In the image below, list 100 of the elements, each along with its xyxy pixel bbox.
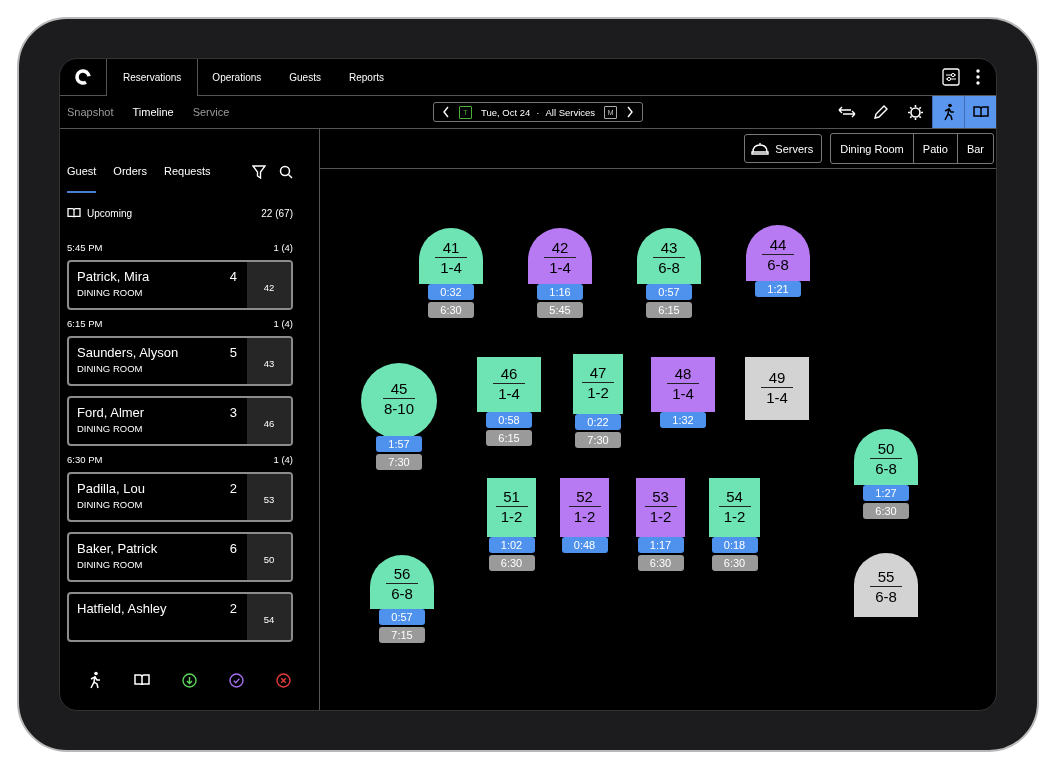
nav-tab[interactable]: Reservations bbox=[107, 59, 199, 96]
book-icon bbox=[67, 207, 81, 219]
party-size: 4 bbox=[229, 269, 237, 284]
area-label: DINING ROOM bbox=[77, 363, 144, 374]
elapsed-time-badge: 1:57 bbox=[376, 436, 422, 452]
servers-button[interactable]: Servers bbox=[744, 134, 823, 163]
room-tab[interactable]: Patio bbox=[912, 134, 957, 163]
reservation-card[interactable]: Padilla, Lou 2 DINING ROOM 53 bbox=[67, 472, 293, 522]
elapsed-time-badge: 0:22 bbox=[575, 414, 621, 430]
more-menu-icon[interactable] bbox=[976, 69, 980, 85]
nav-tab[interactable]: Operations bbox=[198, 59, 276, 96]
settings-sliders-icon[interactable] bbox=[942, 68, 960, 86]
slot-count: 1 (4) bbox=[273, 242, 293, 253]
table[interactable]: 49 1-4 bbox=[745, 357, 809, 420]
slot-count: 1 (4) bbox=[273, 454, 293, 465]
reservation-time-badge: 7:15 bbox=[379, 627, 425, 643]
elapsed-time-badge: 0:57 bbox=[379, 609, 425, 625]
table[interactable]: 41 1-4 bbox=[419, 228, 483, 284]
sidebar-tab[interactable]: Orders bbox=[113, 165, 147, 193]
table-number: 46 bbox=[500, 365, 518, 382]
table[interactable]: 56 6-8 bbox=[370, 555, 434, 609]
reservation-card[interactable]: Saunders, Alyson 5 DINING ROOM 43 bbox=[67, 336, 293, 386]
next-icon[interactable] bbox=[626, 106, 635, 118]
book-icon[interactable] bbox=[134, 673, 150, 687]
table-number-cell: 46 bbox=[247, 398, 291, 444]
table-number-cell: 43 bbox=[247, 338, 291, 384]
party-size: 3 bbox=[229, 405, 237, 420]
check-circle-icon[interactable] bbox=[229, 672, 244, 688]
seat-range: 6-8 bbox=[391, 586, 413, 602]
table[interactable]: 54 1-2 bbox=[709, 478, 760, 537]
guest-name: Hatfield, Ashley bbox=[77, 601, 167, 616]
walk-in-tool-button[interactable] bbox=[932, 96, 964, 128]
elapsed-time-badge: 1:32 bbox=[660, 412, 706, 428]
guest-name: Padilla, Lou bbox=[77, 481, 145, 496]
table[interactable]: 52 1-2 bbox=[560, 478, 609, 537]
seat-range: 1-4 bbox=[672, 385, 694, 402]
elapsed-time-badge: 0:32 bbox=[428, 284, 474, 300]
elapsed-time-badge: 1:21 bbox=[755, 281, 801, 297]
view-tab[interactable]: Service bbox=[192, 106, 230, 118]
nav-tab[interactable]: Reports bbox=[334, 59, 398, 96]
table[interactable]: 45 8-10 bbox=[361, 363, 437, 439]
party-size: 6 bbox=[229, 541, 237, 556]
seat-range: 1-2 bbox=[587, 385, 609, 401]
table-number: 51 bbox=[503, 488, 520, 505]
seat-range: 8-10 bbox=[384, 401, 414, 417]
reservation-card[interactable]: Ford, Almer 3 DINING ROOM 46 bbox=[67, 396, 293, 446]
table[interactable]: 43 6-8 bbox=[637, 228, 701, 284]
filter-icon[interactable] bbox=[252, 165, 266, 179]
reservation-card[interactable]: Baker, Patrick 6 DINING ROOM 50 bbox=[67, 532, 293, 582]
sidebar-tab[interactable]: Requests bbox=[164, 165, 211, 193]
table[interactable]: 55 6-8 bbox=[854, 553, 918, 617]
sidebar-tab[interactable]: Guest bbox=[67, 165, 97, 193]
view-tab[interactable]: Timeline bbox=[132, 106, 174, 118]
table[interactable]: 48 1-4 bbox=[651, 357, 715, 412]
table-number: 56 bbox=[393, 566, 411, 582]
table[interactable]: 50 6-8 bbox=[854, 429, 918, 485]
table-number: 55 bbox=[877, 569, 895, 585]
time-slot: 6:15 PM bbox=[67, 318, 103, 329]
seat-range: 1-4 bbox=[549, 260, 571, 276]
seat-range: 6-8 bbox=[875, 589, 897, 605]
table[interactable]: 44 6-8 bbox=[746, 225, 810, 281]
nav-tab[interactable]: Guests bbox=[275, 59, 335, 96]
arrow-down-circle-icon[interactable] bbox=[182, 672, 197, 688]
elapsed-time-badge: 0:58 bbox=[486, 412, 532, 428]
walking-person-icon bbox=[941, 103, 956, 121]
close-circle-icon[interactable] bbox=[276, 672, 291, 688]
view-tab[interactable]: Snapshot bbox=[67, 106, 114, 118]
table[interactable]: 46 1-4 bbox=[477, 357, 541, 412]
table-number: 53 bbox=[652, 488, 669, 505]
walk-in-icon[interactable] bbox=[88, 671, 102, 689]
table-number: 52 bbox=[576, 488, 593, 505]
area-label: DINING ROOM bbox=[77, 559, 144, 570]
cloche-icon bbox=[751, 141, 770, 156]
seat-range: 1-2 bbox=[573, 508, 596, 525]
previous-icon[interactable] bbox=[442, 106, 450, 118]
table[interactable]: 47 1-2 bbox=[573, 354, 623, 414]
time-slot: 6:30 PM bbox=[67, 454, 103, 465]
sun-icon bbox=[906, 103, 924, 121]
table-number: 44 bbox=[769, 237, 787, 253]
reservation-time-badge: 7:30 bbox=[575, 432, 621, 448]
table[interactable]: 53 1-2 bbox=[636, 478, 685, 537]
reservation-card[interactable]: Patrick, Mira 4 DINING ROOM 42 bbox=[67, 260, 293, 310]
separator-dot: · bbox=[536, 106, 540, 118]
search-icon[interactable] bbox=[279, 165, 293, 179]
logo-icon bbox=[74, 68, 92, 86]
reservation-time-badge: 6:30 bbox=[863, 503, 909, 519]
slot-count: 1 (4) bbox=[273, 318, 293, 329]
reservation-time-badge: 6:30 bbox=[428, 302, 474, 318]
seat-range: 6-8 bbox=[658, 260, 680, 276]
room-tab[interactable]: Bar bbox=[956, 134, 993, 163]
room-tab[interactable]: Dining Room bbox=[831, 134, 913, 163]
table[interactable]: 51 1-2 bbox=[487, 478, 536, 537]
table[interactable]: 42 1-4 bbox=[528, 228, 592, 284]
elapsed-time-badge: 0:48 bbox=[561, 537, 608, 553]
reservation-card[interactable]: Hatfield, Ashley 2 54 bbox=[67, 592, 293, 642]
seat-range: 1-2 bbox=[723, 508, 746, 525]
party-size: 2 bbox=[229, 481, 237, 496]
book-tool-button[interactable] bbox=[964, 96, 996, 128]
table-number: 49 bbox=[768, 369, 786, 386]
swap-arrows-icon bbox=[838, 105, 856, 119]
